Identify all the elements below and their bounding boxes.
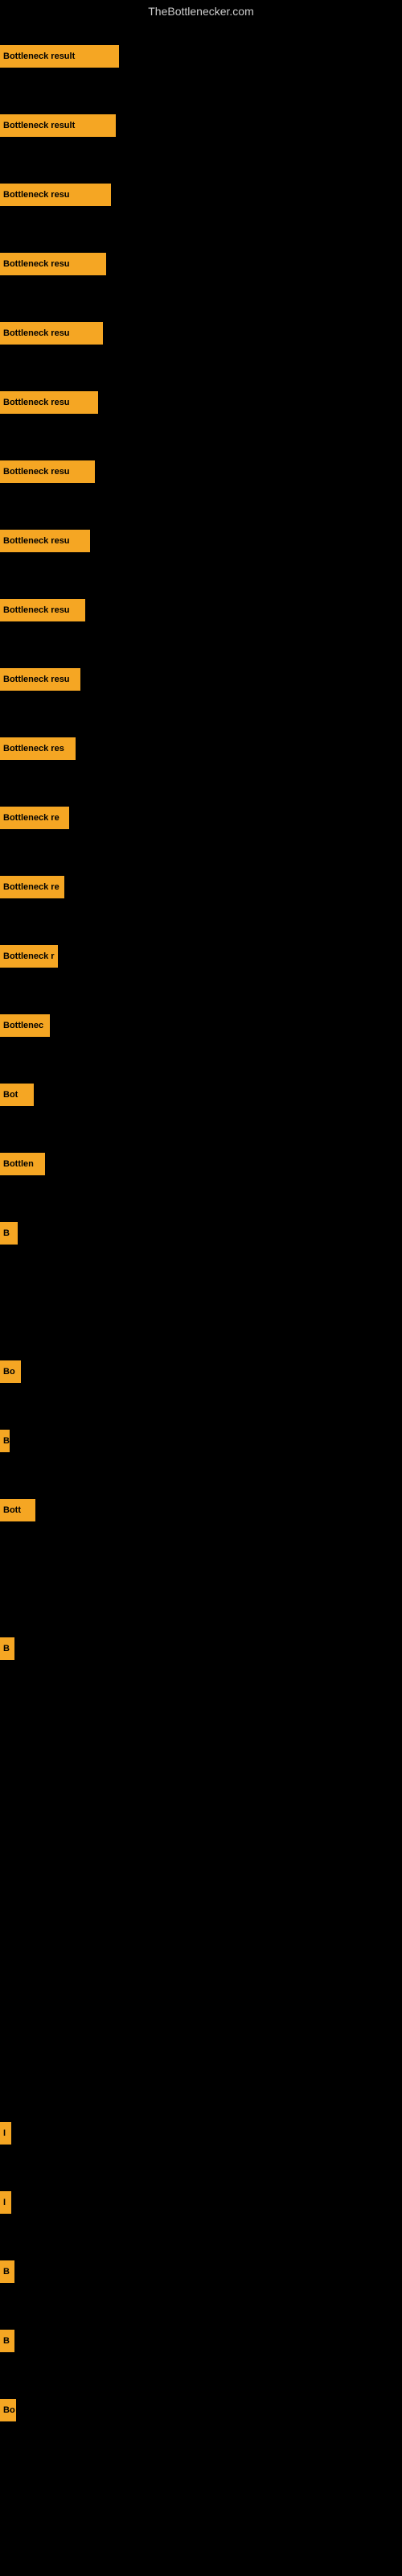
bottleneck-label: B [3,2336,10,2346]
bottleneck-bar: Bottleneck result [0,45,119,68]
bottleneck-label: Bottleneck resu [3,605,70,615]
bottleneck-label: Bottleneck re [3,813,59,823]
bottleneck-label: Bottleneck resu [3,675,70,684]
bottleneck-label: Bot [3,1090,18,1100]
bottleneck-bar: Bottleneck resu [0,460,95,483]
bottleneck-bar: Bottleneck resu [0,253,106,275]
bottleneck-label: Bottleneck res [3,744,64,753]
bottleneck-label: Bottleneck result [3,52,75,61]
bottleneck-bar: Bottleneck result [0,114,116,137]
bottleneck-label: I [3,2128,6,2138]
bottleneck-bar: Bottleneck resu [0,530,90,552]
bottleneck-label: I [3,2198,6,2207]
bottleneck-bar: Bottleneck re [0,807,69,829]
bottleneck-label: Bottleneck resu [3,259,70,269]
bottleneck-bar: Bottleneck r [0,945,58,968]
bottleneck-bar: Bottleneck re [0,876,64,898]
bottleneck-label: Bottleneck r [3,952,55,961]
bottleneck-bar: Bottleneck resu [0,391,98,414]
bottleneck-bar: I [0,2191,11,2214]
bottleneck-label: Bottleneck resu [3,328,70,338]
bottleneck-label: Bottleneck resu [3,190,70,200]
bottleneck-bar: B [0,1430,10,1452]
bottleneck-label: B [3,2267,10,2277]
bottleneck-bar: Bottleneck resu [0,322,103,345]
bottleneck-label: B [3,1644,10,1653]
bottleneck-label: Bottleneck resu [3,467,70,477]
bottleneck-label: Bottleneck re [3,882,59,892]
bottleneck-bar: Bottleneck resu [0,599,85,621]
bottleneck-bar: Bot [0,1084,34,1106]
bottleneck-label: B [3,1436,10,1446]
bottleneck-label: Bott [3,1505,21,1515]
bottleneck-bar: Bo [0,1360,21,1383]
bottleneck-bar: B [0,2260,14,2283]
bottleneck-bar: I [0,2122,11,2145]
bottleneck-bar: Bottleneck res [0,737,76,760]
bottleneck-label: Bottleneck resu [3,398,70,407]
bottleneck-bar: B [0,1637,14,1660]
bottleneck-bar: B [0,1222,18,1245]
bottleneck-label: Bottleneck result [3,121,75,130]
bottleneck-label: Bottlenec [3,1021,43,1030]
site-title: TheBottlenecker.com [0,0,402,23]
bottleneck-bar: Bottleneck resu [0,668,80,691]
bottleneck-label: Bo [3,1367,15,1377]
bottleneck-bar: Bottleneck resu [0,184,111,206]
bottleneck-bar: B [0,2330,14,2352]
bottleneck-bar: Bottlen [0,1153,45,1175]
bottleneck-label: Bottlen [3,1159,34,1169]
bottleneck-label: Bo [3,2405,15,2415]
bottleneck-label: Bottleneck resu [3,536,70,546]
bottleneck-bar: Bottlenec [0,1014,50,1037]
bottleneck-bar: Bott [0,1499,35,1521]
bottleneck-label: B [3,1228,10,1238]
bottleneck-bar: Bo [0,2399,16,2421]
